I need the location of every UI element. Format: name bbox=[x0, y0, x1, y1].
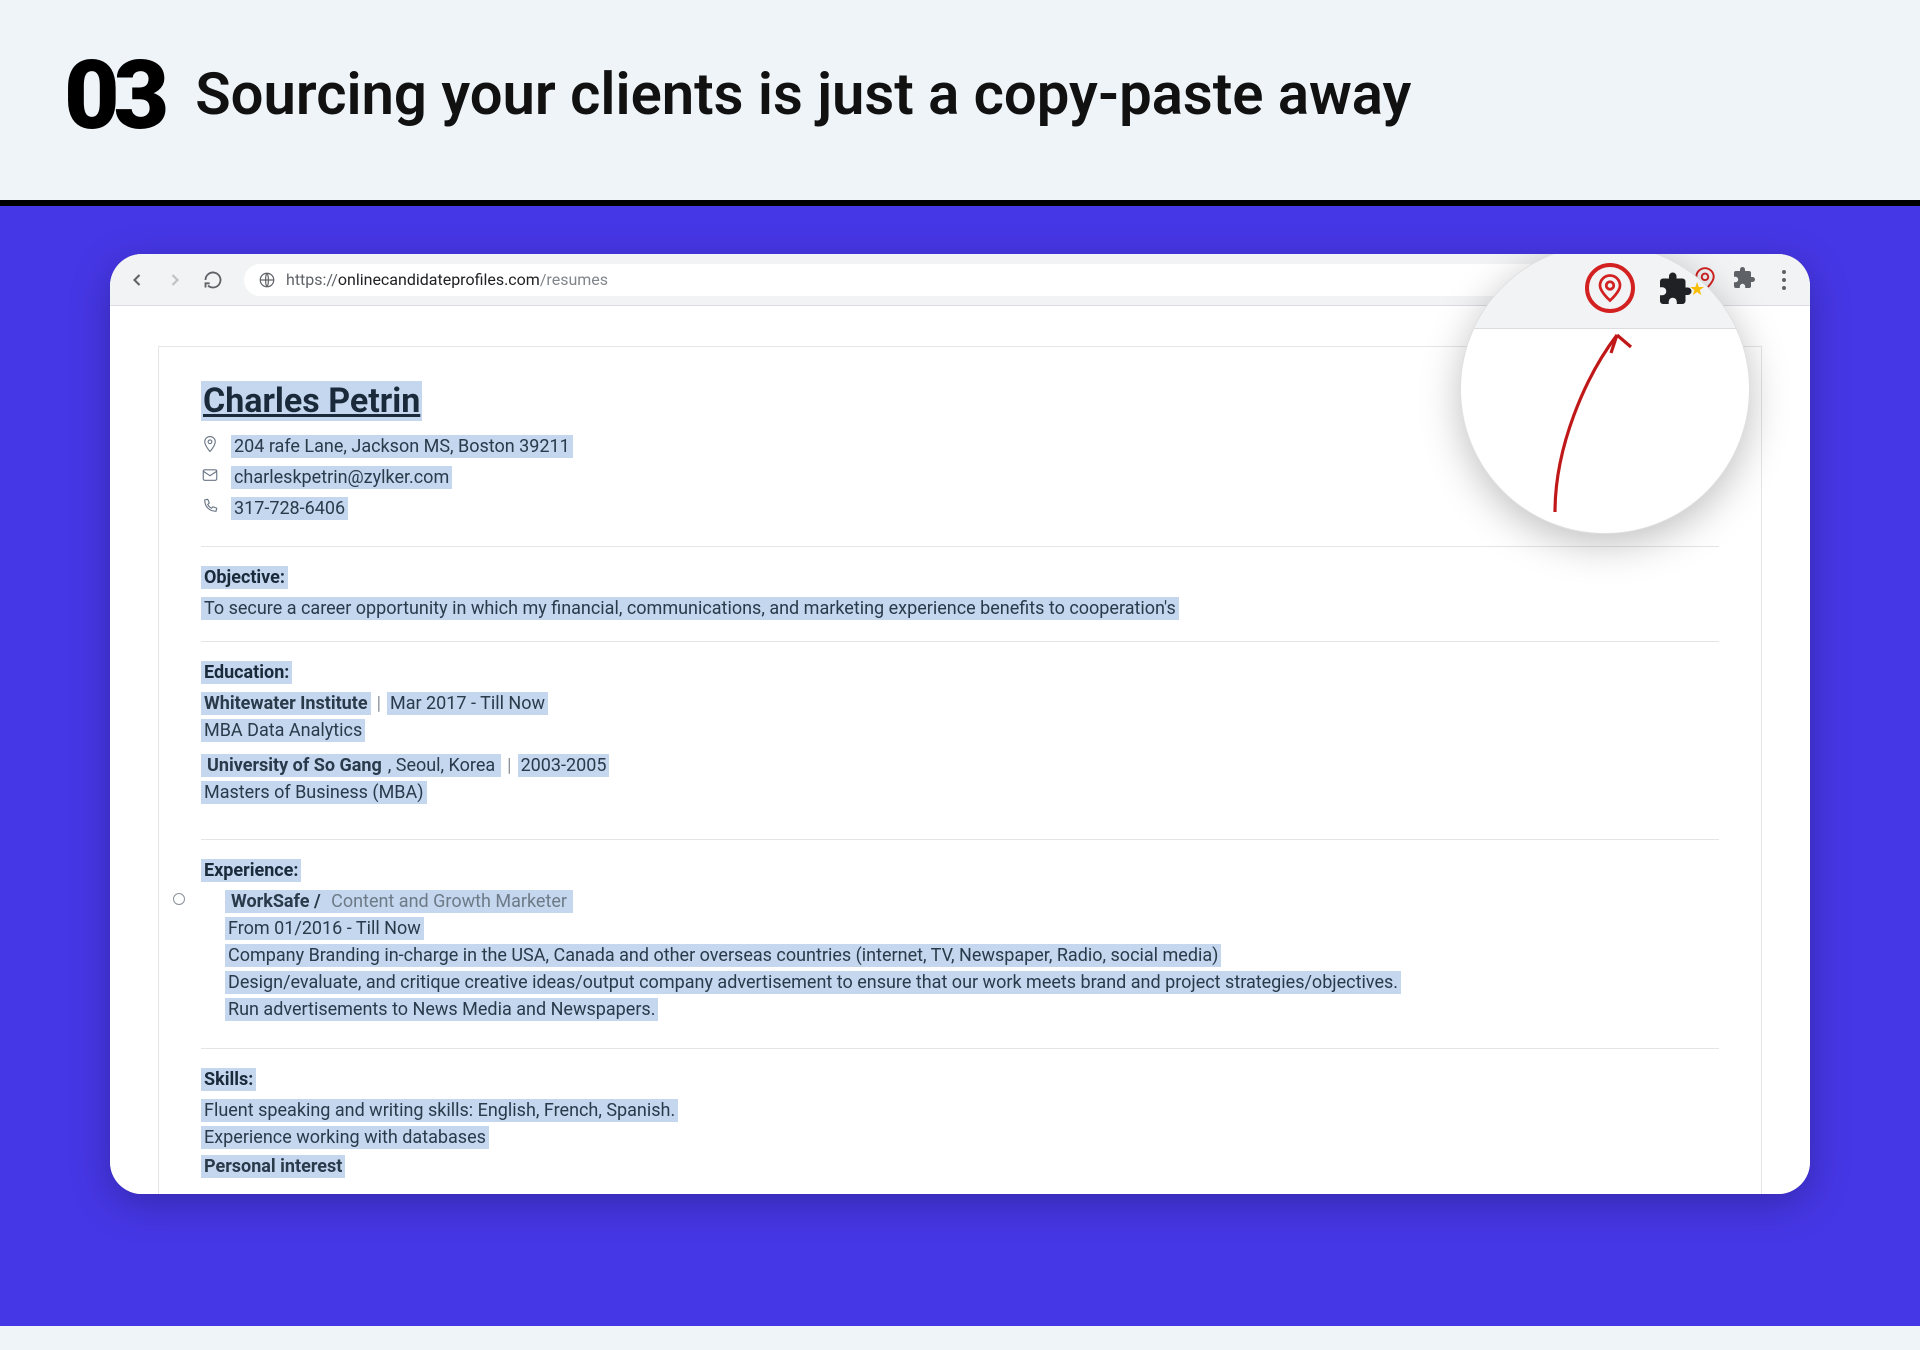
url-bar[interactable]: https://onlinecandidateprofiles.com/resu… bbox=[244, 264, 1668, 296]
education-section: Education: Whitewater Institute|Mar 2017… bbox=[201, 641, 1719, 839]
experience-section: Experience: WorkSafe / Content and Growt… bbox=[201, 839, 1719, 1048]
personal-interest-title: Personal interest bbox=[201, 1155, 345, 1178]
skill-line: Fluent speaking and writing skills: Engl… bbox=[201, 1099, 678, 1122]
objective-text: To secure a career opportunity in which … bbox=[201, 597, 1179, 620]
highlighted-extension-icon bbox=[1585, 263, 1635, 313]
experience-head: WorkSafe / Content and Growth Marketer bbox=[225, 890, 573, 913]
arrow-icon bbox=[1545, 317, 1655, 521]
star-icon: ★ bbox=[1689, 279, 1705, 300]
education-dates: 2003-2005 bbox=[518, 754, 610, 777]
experience-title: Experience: bbox=[201, 859, 301, 882]
bullet-icon bbox=[173, 893, 185, 905]
skills-section: Skills: Fluent speaking and writing skil… bbox=[201, 1048, 1719, 1194]
extensions-puzzle-icon bbox=[1657, 271, 1693, 311]
education-degree: MBA Data Analytics bbox=[201, 719, 365, 742]
slide-number: 03 bbox=[64, 48, 163, 144]
browser-window: https://onlinecandidateprofiles.com/resu… bbox=[110, 254, 1810, 1194]
experience-period: From 01/2016 - Till Now bbox=[225, 917, 424, 940]
education-title: Education: bbox=[201, 661, 292, 684]
browser-menu-icon bbox=[1715, 271, 1720, 296]
slide-header: 03 Sourcing your clients is just a copy-… bbox=[0, 0, 1920, 200]
candidate-name: Charles Petrin bbox=[201, 381, 422, 421]
url-text: https://onlinecandidateprofiles.com/resu… bbox=[286, 270, 608, 289]
phone-icon bbox=[201, 497, 221, 520]
zoom-callout: ★ bbox=[1460, 254, 1750, 534]
education-degree: Masters of Business (MBA) bbox=[201, 781, 427, 804]
reload-button[interactable] bbox=[200, 267, 226, 293]
back-button[interactable] bbox=[124, 267, 150, 293]
objective-title: Objective: bbox=[201, 566, 288, 589]
location-icon bbox=[201, 435, 221, 458]
skills-title: Skills: bbox=[201, 1068, 256, 1091]
skill-line: Experience working with databases bbox=[201, 1126, 489, 1149]
phone-text: 317-728-6406 bbox=[231, 497, 348, 520]
email-text: charleskpetrin@zylker.com bbox=[231, 466, 452, 489]
stage: https://onlinecandidateprofiles.com/resu… bbox=[0, 206, 1920, 1326]
experience-bullet: Design/evaluate, and critique creative i… bbox=[225, 971, 1401, 994]
education-inst: University of So Gang, Seoul, Korea bbox=[201, 754, 501, 777]
address-text: 204 rafe Lane, Jackson MS, Boston 39211 bbox=[231, 435, 573, 458]
email-icon bbox=[201, 466, 221, 489]
slide-title: Sourcing your clients is just a copy-pas… bbox=[195, 64, 1411, 128]
browser-menu-button[interactable] bbox=[1772, 270, 1796, 290]
experience-bullet: Company Branding in-charge in the USA, C… bbox=[225, 944, 1221, 967]
education-dates: Mar 2017 - Till Now bbox=[387, 692, 548, 715]
forward-button[interactable] bbox=[162, 267, 188, 293]
globe-icon bbox=[258, 271, 276, 289]
education-entry: Whitewater Institute|Mar 2017 - Till Now… bbox=[201, 693, 1719, 741]
objective-section: Objective: To secure a career opportunit… bbox=[201, 546, 1719, 641]
education-inst: Whitewater Institute bbox=[201, 692, 371, 715]
education-entry: University of So Gang, Seoul, Korea|2003… bbox=[201, 755, 1719, 803]
experience-bullet: Run advertisements to News Media and New… bbox=[225, 998, 658, 1021]
